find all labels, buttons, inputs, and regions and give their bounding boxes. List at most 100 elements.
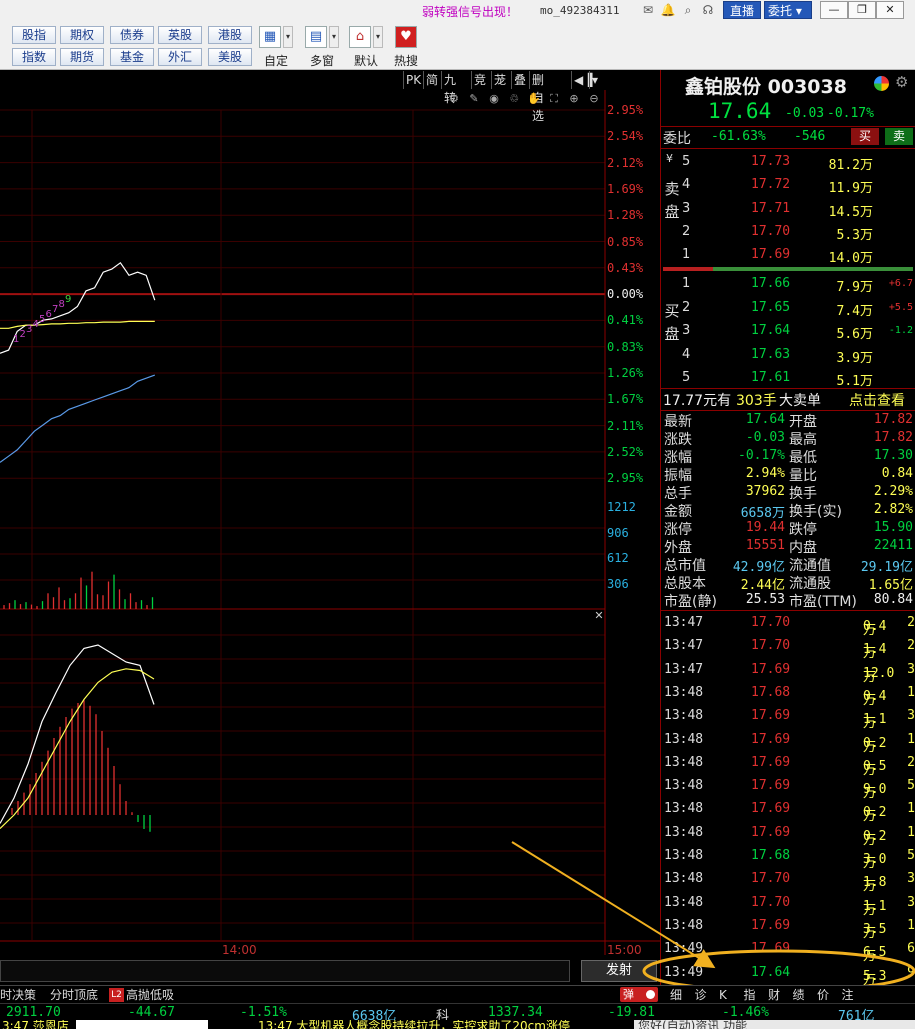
tab-intraday-decision[interactable]: 时决策 [0,986,36,1004]
sell-order-row[interactable]: 4 17.72 11.9万 [661,173,915,196]
btn-bonds[interactable]: 债券 [110,26,154,44]
panel-tab[interactable]: K [719,986,727,1004]
tab-remove-watch[interactable]: 删自选 [529,71,546,123]
btn-funds[interactable]: 基金 [110,48,154,66]
tick-row[interactable]: 13:47 17.70 0.4 万 2 [661,611,915,638]
btn-options[interactable]: 期权 [60,26,104,44]
tick-row[interactable]: 13:49 17.69 6.5 万 6 [661,937,915,964]
tab-nine-turn[interactable]: 九转 [441,71,458,105]
multi-window-dropdown[interactable]: ▾ [329,26,339,48]
panel-tab[interactable]: 注 [842,986,854,1004]
user-name[interactable]: mo_492384311 [540,4,619,17]
sell-order-row[interactable]: 1 17.69 14.0万 [661,243,915,266]
tick-row[interactable]: 13:48 17.69 1.1 万 3 [661,704,915,731]
tick-row[interactable]: 13:48 17.68 3.0 万 5 [661,844,915,871]
panel-tab[interactable]: 细 [670,986,682,1004]
big-order-view-link[interactable]: 点击查看 [849,390,905,410]
trash-icon[interactable]: ♲ [507,92,521,106]
color-wheel-icon[interactable] [874,76,889,91]
entrust-button[interactable]: 委托 ▾ [764,1,812,19]
buy-order-row[interactable]: 5 17.61 5.1万 [661,366,915,389]
buy-order-row[interactable]: 2 17.65 7.4万 +5.5 [661,296,915,319]
tab-pk[interactable]: PK [403,71,423,89]
buy-order-row[interactable]: 1 17.66 7.9万 +6.7 [661,272,915,295]
bell-icon[interactable]: 🔔 [660,2,676,18]
maximize-button[interactable]: ❐ [848,1,876,19]
tick-row[interactable]: 13:48 17.69 0.2 万 1 [661,821,915,848]
tab-mao[interactable]: 茏 [491,71,508,89]
panel-tab[interactable]: 指 [744,986,756,1004]
sell-button[interactable]: 卖 [885,128,913,145]
custom-dropdown[interactable]: ▾ [283,26,293,48]
comment-input[interactable] [0,960,570,982]
home-icon[interactable]: ⌂ [349,26,371,48]
headset-icon[interactable]: ☊ [700,2,716,18]
intraday-chart[interactable]: 123456789 [0,70,660,987]
btn-forex[interactable]: 外汇 [158,48,202,66]
close-button[interactable]: ✕ [876,1,904,19]
sell-order-row[interactable]: 2 17.70 5.3万 [661,220,915,243]
close-icon[interactable]: ✕ [593,610,605,622]
news-item[interactable]: 3:47 莎恩店 [2,1020,69,1029]
tab-auction[interactable]: 竞 [471,71,488,89]
news-item[interactable]: 13:47 大型机器人概念股持续拉升，实控求助了20cm涨停 [258,1020,570,1029]
tab-simple[interactable]: 简 [423,71,440,89]
popup-toggle[interactable]: 弹 [620,987,658,1002]
search-icon[interactable]: ⌕ [680,2,696,18]
zoom-out-icon[interactable]: ⊖ [587,92,601,106]
hand-icon[interactable]: ✋ [527,92,541,106]
tab-high-sell-low-buy[interactable]: 高抛低吸 [126,986,174,1004]
buy-button[interactable]: 买 [851,128,879,145]
order-level: 1 [682,276,691,291]
gear-icon[interactable]: ⚙ [895,73,908,91]
custom-layout-icon[interactable]: ▦ [259,26,281,48]
tick-row[interactable]: 13:48 17.70 1.1 万 3 [661,891,915,918]
fullscreen-icon[interactable]: ⛶ [547,92,561,106]
panel-tab[interactable]: 绩 [793,986,805,1004]
tick-row[interactable]: 13:48 17.69 0.2 万 1 [661,797,915,824]
btn-stock-index-futures[interactable]: 股指 [12,26,56,44]
sell-order-row[interactable]: 5 17.73 81.2万 [661,150,915,173]
news-ticker[interactable]: 3:47 莎恩店 13:47 大型机器人概念股持续拉升，实控求助了20cm涨停 … [0,1020,915,1029]
panel-tab[interactable]: 财 [768,986,780,1004]
panel-tab[interactable]: 价 [817,986,829,1004]
minimize-button[interactable]: — [820,1,848,19]
news-popup[interactable]: 您好(自动)资讯 功能 [634,1020,915,1029]
pen-icon[interactable]: ✎ [467,92,481,106]
live-button[interactable]: 直播 [723,1,761,19]
btn-futures[interactable]: 期货 [60,48,104,66]
mail-icon[interactable]: ✉ [640,2,656,18]
tick-row[interactable]: 13:48 17.70 1.8 万 3 [661,867,915,894]
sell-order-row[interactable]: 3 17.71 14.5万 [661,197,915,220]
tick-row[interactable]: 13:48 17.69 3.5 万 1 [661,914,915,941]
btn-uk-stocks[interactable]: 英股 [158,26,202,44]
send-button[interactable]: 发射 [581,960,657,982]
btn-index[interactable]: 指数 [12,48,56,66]
chevron-down-icon[interactable]: ▾ [589,71,600,89]
tick-row[interactable]: 13:49 17.64 5.3 万 9 [661,961,915,988]
tab-overlay[interactable]: 叠 [511,71,528,89]
tick-row[interactable]: 13:47 17.70 1.4 万 2 [661,634,915,661]
tick-row[interactable]: 13:48 17.68 0.4 万 1 [661,681,915,708]
hot-search-icon[interactable]: ♥ [395,26,417,48]
tab-intraday-top-bottom[interactable]: 分时顶底 [50,986,98,1004]
vol-scale-label: 612 [607,551,629,565]
zoom-in-icon[interactable]: ⊕ [567,92,581,106]
eye-icon[interactable]: ◉ [487,92,501,106]
signal-alert[interactable]: 弱转强信号出现！ [422,3,518,20]
percent-tick-label: 1.28% [607,208,644,223]
panel-tab[interactable]: 诊 [695,986,707,1004]
tick-row[interactable]: 13:48 17.69 9.0 万 5 [661,774,915,801]
tick-row[interactable]: 13:48 17.69 0.2 万 1 [661,728,915,755]
buy-order-row[interactable]: 3 17.64 5.6万 -1.2 [661,319,915,342]
tick-row[interactable]: 13:47 17.69 12.0 万 3 [661,658,915,685]
btn-us-stocks[interactable]: 美股 [208,48,252,66]
settings-icon[interactable]: ⚙ [447,92,461,106]
multi-window-icon[interactable]: ▤ [305,26,327,48]
default-dropdown[interactable]: ▾ [373,26,383,48]
tick-row[interactable]: 13:48 17.69 0.5 万 2 [661,751,915,778]
chart-area[interactable]: 123456789 PK 简 九转 竞 茏 叠 删自选 ◀▐ ▾ ⚙ ✎ ◉ ♲… [0,70,660,987]
btn-hk-stocks[interactable]: 港股 [208,26,252,44]
buy-order-row[interactable]: 4 17.63 3.9万 [661,343,915,366]
index2-change-pct: -1.46% [722,1005,769,1020]
